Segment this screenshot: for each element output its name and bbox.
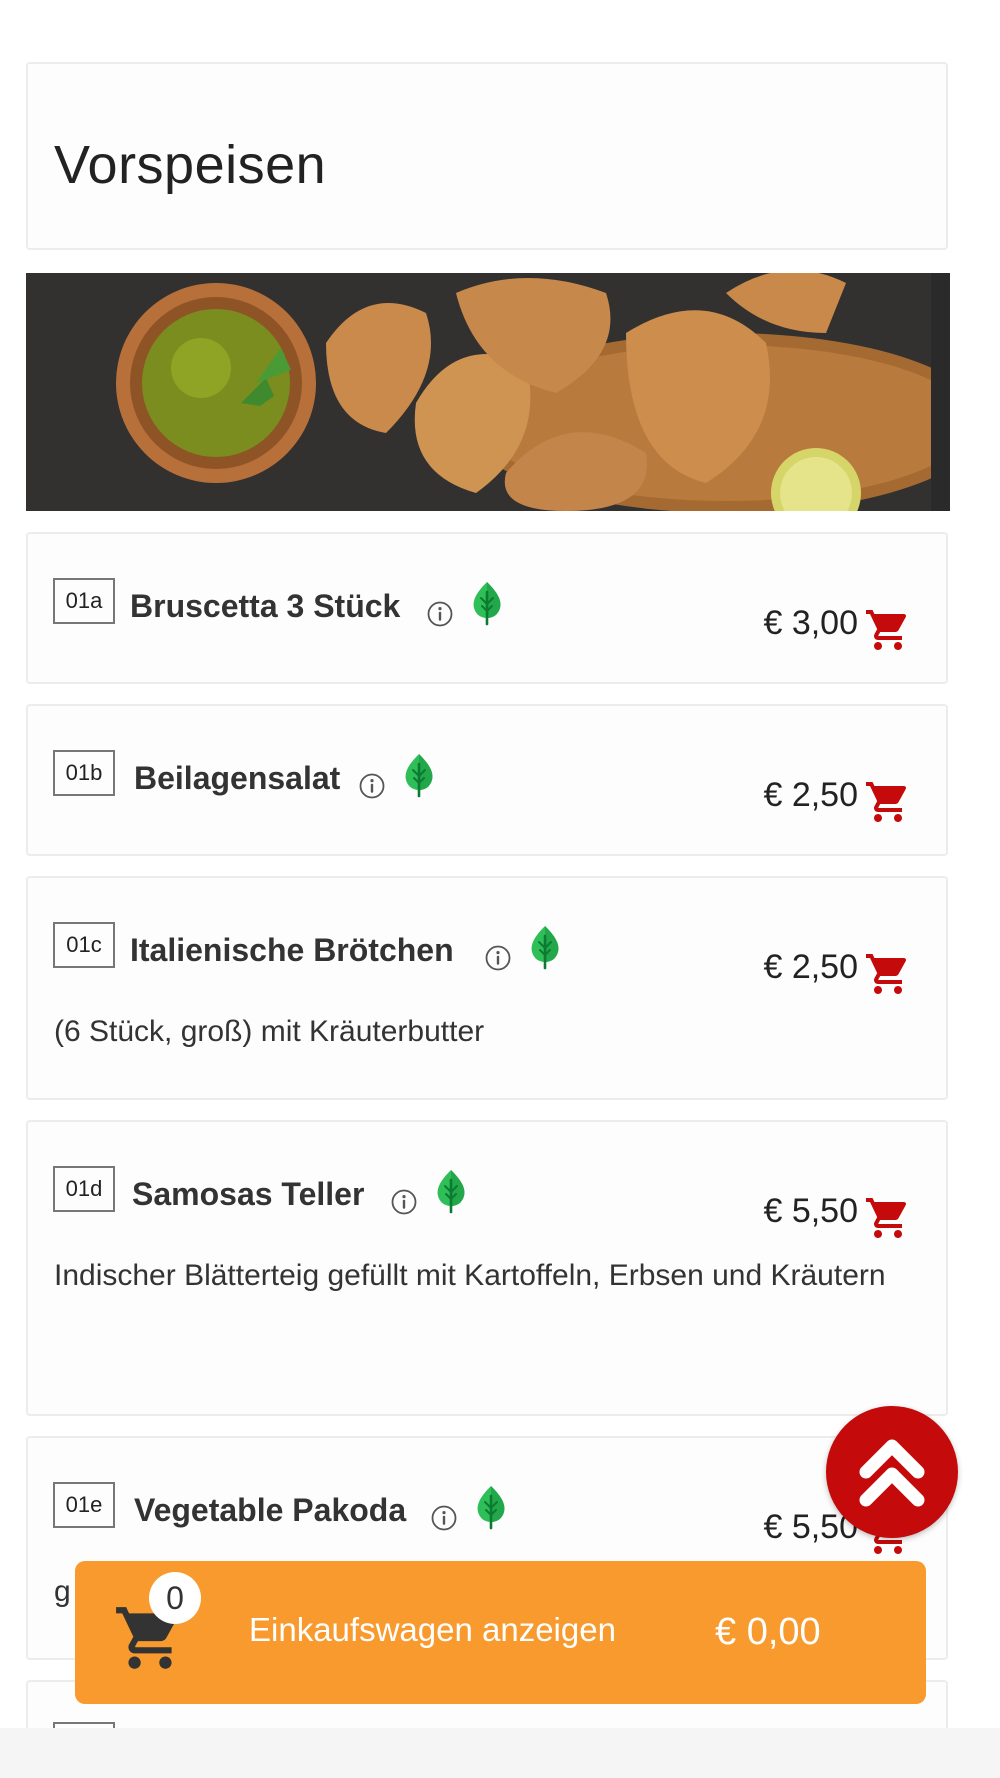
item-code: 01c	[53, 922, 115, 968]
section-title: Vorspeisen	[54, 135, 327, 195]
info-circle-icon[interactable]	[484, 944, 512, 972]
item-price: € 2,50	[763, 776, 858, 814]
item-code: 01d	[53, 1166, 115, 1212]
leaf-tree-icon	[528, 924, 562, 970]
shopping-cart-icon[interactable]	[864, 606, 912, 654]
menu-item-card: 01d Samosas Teller € 5,50 Indischer Blät…	[26, 1120, 948, 1416]
item-name: Vegetable Pakoda	[134, 1492, 407, 1528]
item-code	[53, 1722, 115, 1728]
item-price: € 3,00	[763, 604, 858, 642]
shopping-cart-icon[interactable]	[864, 778, 912, 826]
item-price: € 2,50	[763, 948, 858, 986]
leaf-tree-icon	[474, 1484, 508, 1530]
item-code: 01b	[53, 750, 115, 796]
leaf-tree-icon	[470, 580, 504, 626]
menu-item-card: 01c Italienische Brötchen € 2,50 (6 Stüc…	[26, 876, 948, 1100]
item-name: Italienische Brötchen	[130, 932, 454, 968]
item-name: Samosas Teller	[132, 1176, 365, 1212]
cart-label: Einkaufswagen anzeigen	[249, 1611, 616, 1648]
leaf-tree-icon	[434, 1168, 468, 1214]
menu-item-card: 01a Bruscetta 3 Stück € 3,00	[26, 532, 948, 684]
shopping-cart-icon[interactable]	[864, 950, 912, 998]
item-description: (6 Stück, groß) mit Kräuterbutter	[54, 1015, 485, 1048]
info-circle-icon[interactable]	[390, 1188, 418, 1216]
item-code: 01a	[53, 578, 115, 624]
double-chevron-up-icon	[859, 1439, 925, 1507]
item-description: Indischer Blätterteig gefüllt mit Kartof…	[54, 1259, 886, 1292]
view-cart-button[interactable]: 0 Einkaufswagen anzeigen € 0,00	[75, 1561, 926, 1704]
menu-viewport: Vorspeisen 01a Bruscetta 3 Stück € 3,00 …	[0, 0, 1000, 1728]
menu-item-card: 01b Beilagensalat € 2,50	[26, 704, 948, 856]
item-name: Beilagensalat	[134, 760, 341, 796]
item-code: 01e	[53, 1482, 115, 1528]
item-price: € 5,50	[763, 1192, 858, 1230]
leaf-tree-icon	[402, 752, 436, 798]
shopping-cart-icon[interactable]	[864, 1194, 912, 1242]
info-circle-icon[interactable]	[430, 1504, 458, 1532]
cart-total: € 0,00	[715, 1611, 821, 1653]
cart-count-badge: 0	[149, 1572, 201, 1624]
info-circle-icon[interactable]	[426, 600, 454, 628]
item-name: Bruscetta 3 Stück	[130, 588, 401, 624]
section-banner-image	[26, 273, 950, 511]
scroll-top-button[interactable]	[826, 1406, 958, 1538]
info-circle-icon[interactable]	[358, 772, 386, 800]
section-header-card: Vorspeisen	[26, 62, 948, 250]
